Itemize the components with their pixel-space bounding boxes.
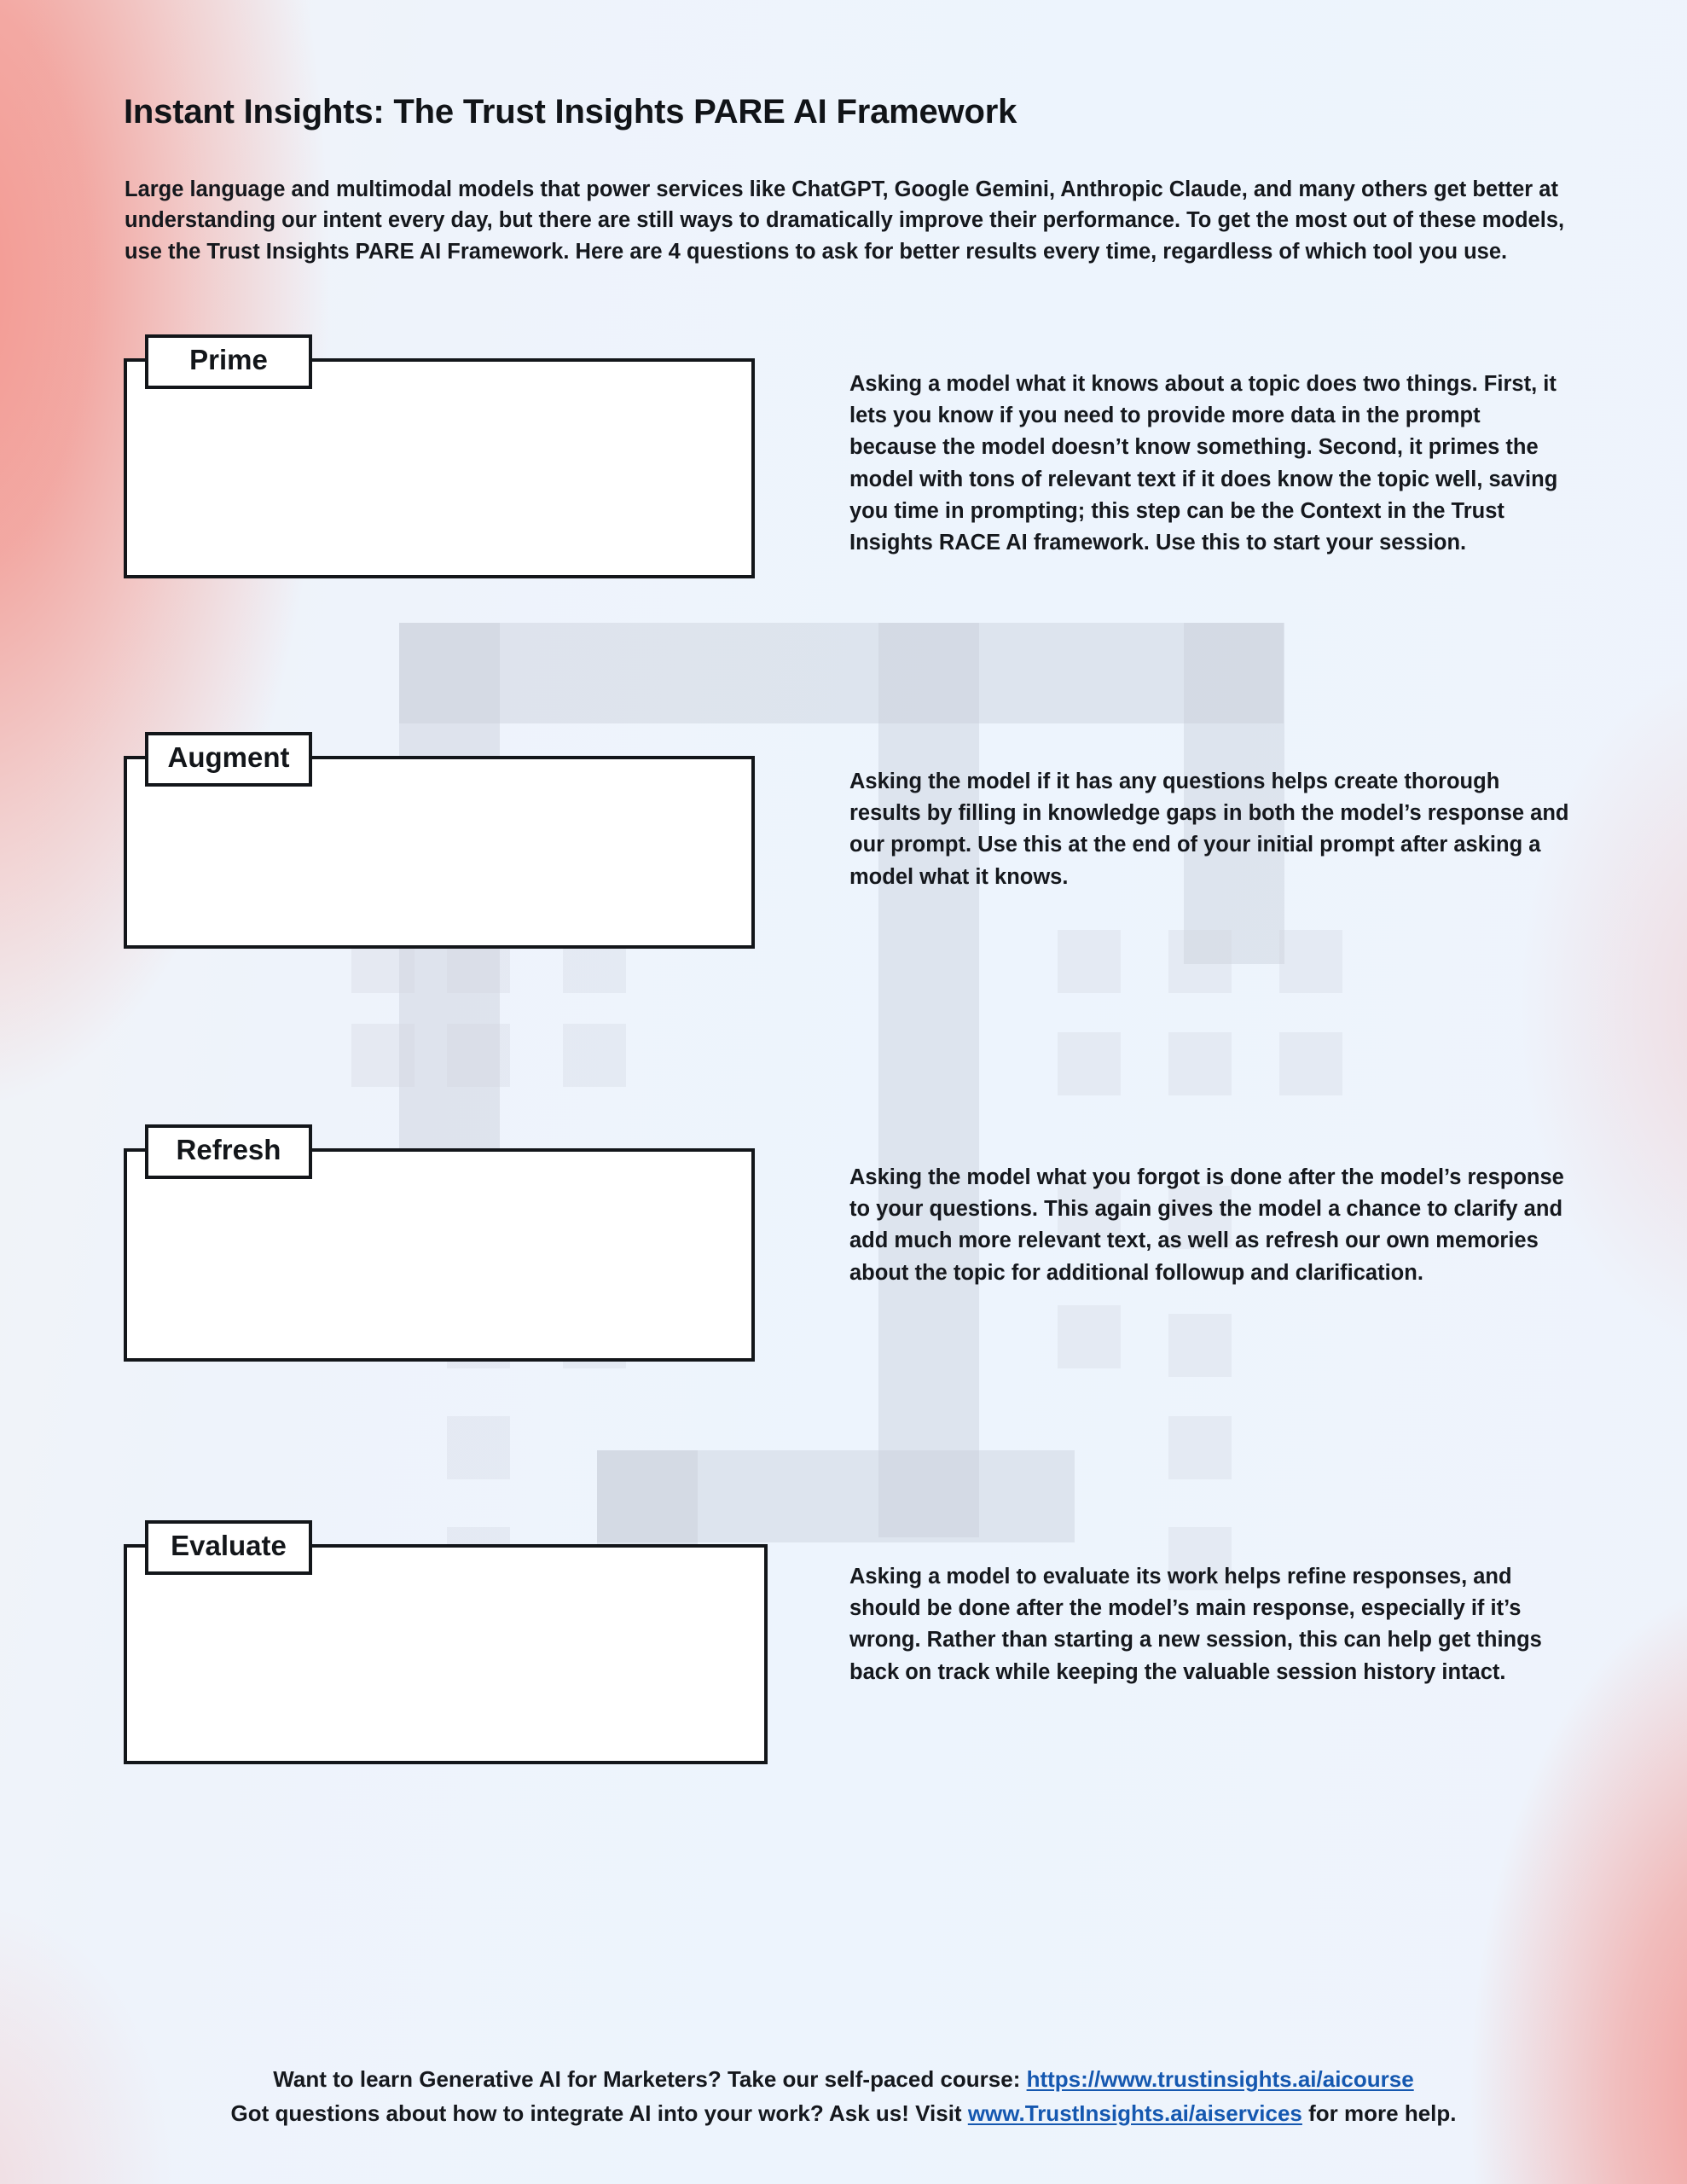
step-card-body xyxy=(124,1544,768,1764)
footer-services-suffix: for more help. xyxy=(1301,2100,1457,2126)
step-tab-label: Refresh xyxy=(176,1134,281,1165)
footer-course-text: Want to learn Generative AI for Marketer… xyxy=(273,2066,1027,2092)
step-description-augment: Asking the model if it has any questions… xyxy=(849,770,1569,889)
step-tab-augment[interactable]: Augment xyxy=(145,732,312,787)
intro-paragraph: Large language and multimodal models tha… xyxy=(125,177,1565,264)
step-tab-evaluate[interactable]: Evaluate xyxy=(145,1520,312,1575)
step-tab-label: Prime xyxy=(189,344,268,375)
footer: Want to learn Generative AI for Marketer… xyxy=(0,2063,1687,2130)
step-card-body xyxy=(124,1148,755,1362)
step-tab-label: Augment xyxy=(167,741,290,773)
step-tab-prime[interactable]: Prime xyxy=(145,334,312,389)
step-description-evaluate: Asking a model to evaluate its work help… xyxy=(849,1565,1542,1684)
ai-services-link[interactable]: www.TrustInsights.ai/aiservices xyxy=(968,2100,1302,2126)
step-tab-label: Evaluate xyxy=(171,1530,287,1561)
step-card-body xyxy=(124,358,755,578)
step-description-refresh: Asking the model what you forgot is done… xyxy=(849,1165,1564,1285)
page-title: Instant Insights: The Trust Insights PAR… xyxy=(124,92,1017,131)
ai-course-link[interactable]: https://www.trustinsights.ai/aicourse xyxy=(1027,2066,1414,2092)
step-description-prime: Asking a model what it knows about a top… xyxy=(849,372,1558,555)
footer-line-services: Got questions about how to integrate AI … xyxy=(0,2097,1687,2131)
footer-line-course: Want to learn Generative AI for Marketer… xyxy=(0,2063,1687,2097)
footer-services-text: Got questions about how to integrate AI … xyxy=(230,2100,968,2126)
step-tab-refresh[interactable]: Refresh xyxy=(145,1124,312,1179)
